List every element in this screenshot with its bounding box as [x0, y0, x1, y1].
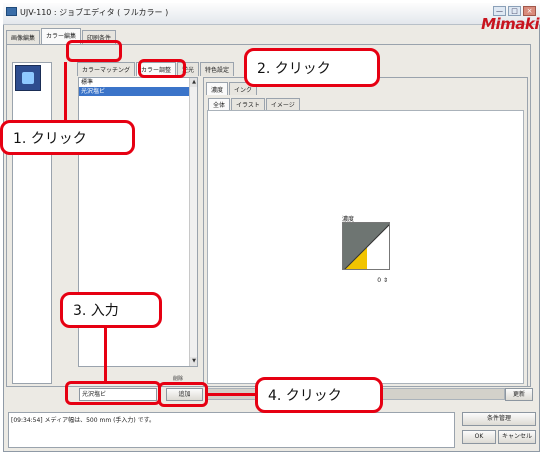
highlight-add-button: [158, 382, 208, 407]
spinner-arrows-icon[interactable]: ⇕: [383, 277, 388, 284]
callout-4: 4. クリック: [255, 377, 383, 413]
adjust-subtabs: 全体 イラスト イメージ: [208, 98, 301, 110]
log-message: [09:34:54] メディア幅は、500 mm (手入力) です。: [11, 417, 156, 424]
tab-image-edit[interactable]: 画像編集: [6, 30, 41, 44]
image-thumbnail[interactable]: [15, 65, 41, 91]
density-curve-graph: [343, 223, 389, 269]
tab-image[interactable]: イメージ: [265, 98, 300, 110]
update-button[interactable]: 更新: [505, 388, 533, 401]
density-value-spinner[interactable]: 0 ⇕: [342, 276, 390, 286]
delete-label[interactable]: 削除: [173, 375, 183, 382]
tab-density[interactable]: 濃度: [206, 82, 229, 95]
list-scrollbar[interactable]: ▲ ▼: [189, 78, 197, 366]
app-icon: [6, 7, 17, 16]
connector-4: [207, 393, 255, 396]
scroll-up-icon[interactable]: ▲: [190, 78, 197, 87]
brand-logo: Mimaki: [481, 15, 539, 33]
log-box: [09:34:54] メディア幅は、500 mm (手入力) です。: [8, 412, 455, 448]
scroll-down-icon[interactable]: ▼: [190, 357, 197, 366]
condition-manage-button[interactable]: 条件管理: [462, 412, 536, 426]
thumbnail-image-icon: [22, 72, 34, 84]
list-item[interactable]: 標準: [79, 78, 197, 87]
density-value: 0: [377, 277, 382, 284]
density-curve[interactable]: [342, 222, 390, 270]
ok-button[interactable]: OK: [462, 430, 496, 444]
window-title: UJV-110 : ジョブエディタ ( フルカラー ): [20, 8, 169, 17]
tab-illustration[interactable]: イラスト: [231, 98, 265, 110]
tab-spot-color[interactable]: 特色設定: [200, 62, 235, 76]
highlight-color-adjust-tab: [138, 59, 186, 78]
title-bar: UJV-110 : ジョブエディタ ( フルカラー ) — □ ×: [3, 3, 540, 25]
thumbnail-column: [12, 62, 52, 384]
connector-3: [104, 328, 107, 382]
tab-all[interactable]: 全体: [208, 98, 231, 110]
list-item-selected[interactable]: 光沢塩ビ: [79, 87, 197, 96]
connector-1: [64, 62, 67, 120]
tab-color-matching[interactable]: カラーマッチング: [77, 62, 136, 76]
highlight-color-edit-tab: [66, 40, 122, 62]
callout-3: 3. 入力: [60, 292, 162, 328]
cancel-button[interactable]: キャンセル: [498, 430, 536, 444]
callout-2: 2. クリック: [244, 48, 380, 87]
highlight-name-input: [65, 381, 161, 405]
callout-1: 1. クリック: [0, 120, 135, 155]
